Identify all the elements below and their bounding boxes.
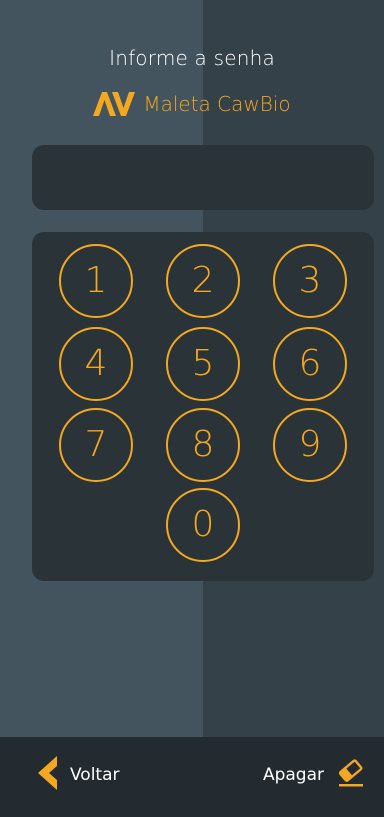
back-label: Voltar bbox=[70, 765, 120, 785]
cawbio-logo-icon bbox=[93, 92, 136, 116]
key-6[interactable]: 6 bbox=[273, 327, 347, 401]
key-0[interactable]: 0 bbox=[166, 488, 240, 562]
eraser-icon bbox=[336, 758, 366, 793]
key-9[interactable]: 9 bbox=[273, 408, 347, 482]
key-7[interactable]: 7 bbox=[59, 408, 133, 482]
erase-button[interactable]: Apagar bbox=[263, 753, 366, 797]
brand-name: Maleta CawBio bbox=[143, 92, 291, 116]
erase-label: Apagar bbox=[262, 765, 324, 785]
pin-display-field[interactable] bbox=[32, 145, 374, 210]
key-8[interactable]: 8 bbox=[166, 408, 240, 482]
page-title: Informe a senha bbox=[109, 46, 275, 70]
key-2[interactable]: 2 bbox=[166, 244, 240, 318]
numeric-keypad: 1 2 3 4 5 6 7 8 9 0 bbox=[32, 232, 374, 581]
key-1[interactable]: 1 bbox=[59, 244, 133, 318]
key-4[interactable]: 4 bbox=[59, 327, 133, 401]
key-5[interactable]: 5 bbox=[166, 327, 240, 401]
brand: Maleta CawBio bbox=[0, 92, 384, 116]
key-3[interactable]: 3 bbox=[273, 244, 347, 318]
back-button[interactable]: Voltar bbox=[38, 753, 120, 797]
bottom-bar: Voltar Apagar bbox=[0, 737, 384, 817]
chevron-left-icon bbox=[38, 755, 58, 795]
